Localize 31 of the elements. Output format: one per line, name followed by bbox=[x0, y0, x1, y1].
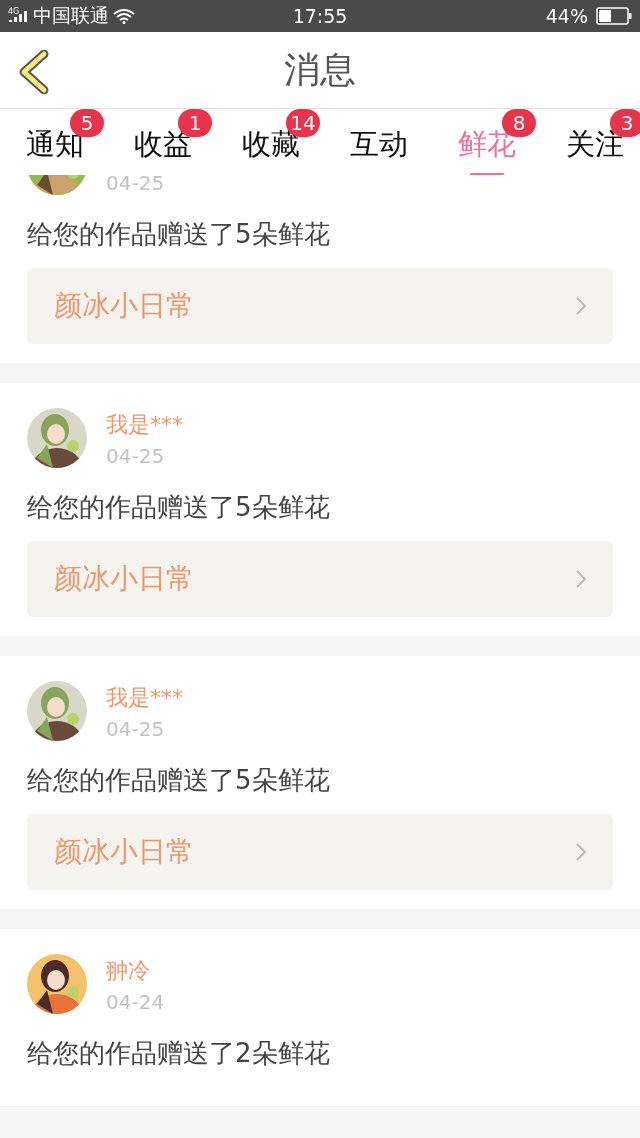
message-text: 给您的作品赠送了5朵鲜花 bbox=[27, 491, 331, 524]
message-text: 给您的作品赠送了5朵鲜花 bbox=[27, 218, 331, 251]
message-date: 04-25 bbox=[106, 717, 166, 741]
message-text: 给您的作品赠送了2朵鲜花 bbox=[27, 1037, 331, 1070]
chevron-icon bbox=[575, 569, 587, 589]
sender-name[interactable]: 我是*** bbox=[106, 410, 183, 440]
work-link[interactable]: 颜冰小日常 bbox=[27, 541, 613, 617]
work-link[interactable]: 颜冰小日常 bbox=[27, 268, 613, 344]
chevron-icon bbox=[575, 296, 587, 316]
work-title: 颜冰小日常 bbox=[54, 834, 194, 870]
network-type: 4G bbox=[8, 6, 20, 16]
battery-percent: 44% bbox=[545, 5, 588, 27]
signal-icon bbox=[9, 8, 30, 24]
work-title: 颜冰小日常 bbox=[54, 561, 194, 597]
page-title: 消息 bbox=[284, 47, 356, 92]
message-date: 04-25 bbox=[106, 444, 166, 468]
sender-name[interactable]: 翀冷 bbox=[106, 956, 165, 986]
sender-name[interactable]: 我是*** bbox=[106, 683, 183, 713]
chevron-icon bbox=[575, 842, 587, 862]
wifi-icon bbox=[113, 8, 136, 24]
work-link[interactable]: 颜冰小日常 bbox=[27, 814, 613, 890]
tab[interactable]: 互动 bbox=[350, 109, 408, 175]
clock: 17:55 bbox=[292, 5, 348, 27]
back-icon[interactable] bbox=[18, 50, 50, 94]
message-text: 给您的作品赠送了5朵鲜花 bbox=[27, 764, 331, 797]
work-title: 颜冰小日常 bbox=[54, 288, 194, 324]
message-date: 04-25 bbox=[106, 175, 165, 195]
selected-underline bbox=[470, 173, 504, 175]
battery-icon bbox=[596, 7, 632, 25]
carrier-name: 中国联通 bbox=[33, 3, 110, 28]
message-date: 04-24 bbox=[106, 990, 165, 1014]
